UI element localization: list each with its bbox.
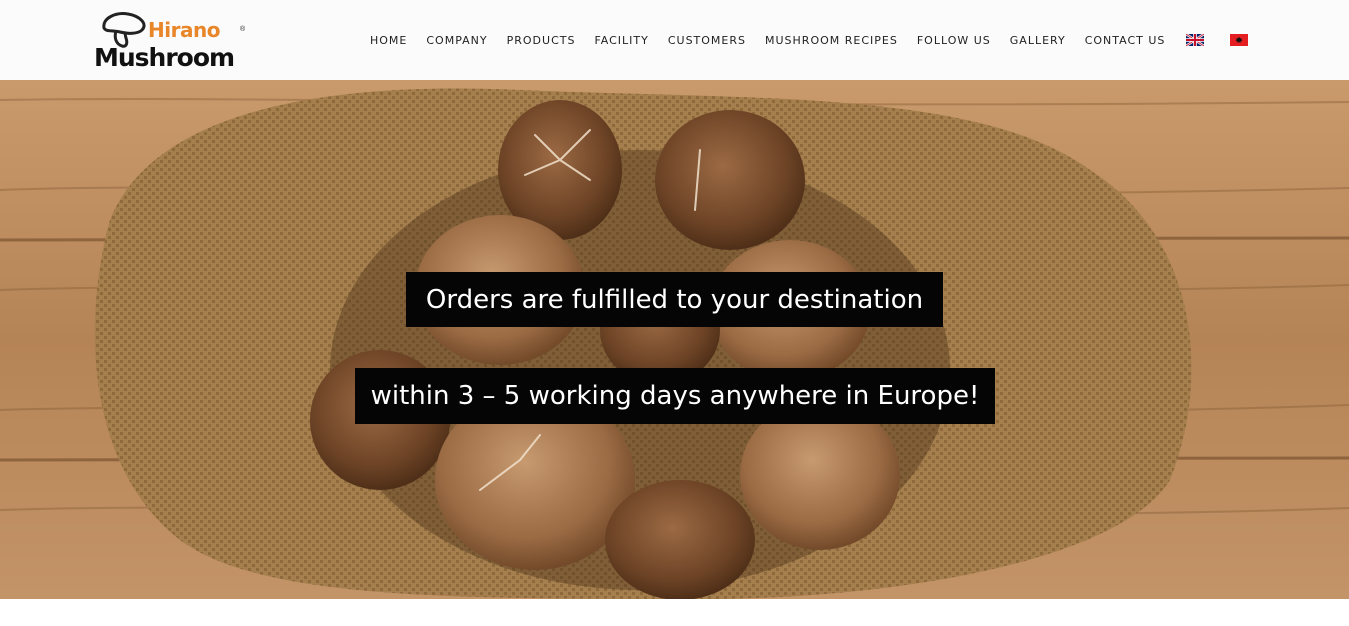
- nav-home[interactable]: HOME: [370, 34, 407, 47]
- nav-contact-us[interactable]: CONTACT US: [1085, 34, 1166, 47]
- nav-facility[interactable]: FACILITY: [594, 34, 648, 47]
- nav-mushroom-recipes[interactable]: MUSHROOM RECIPES: [765, 34, 898, 47]
- registered-mark: ®: [240, 26, 246, 33]
- nav-follow-us[interactable]: FOLLOW US: [917, 34, 991, 47]
- main-nav: HOME COMPANY PRODUCTS FACILITY CUSTOMERS…: [370, 32, 1272, 48]
- hero-image-mushrooms-in-burlap: [0, 80, 1349, 599]
- logo[interactable]: Hirano ® Mushroom: [94, 10, 254, 74]
- hero-caption-line-2: within 3 – 5 working days anywhere in Eu…: [355, 368, 995, 424]
- nav-company[interactable]: COMPANY: [426, 34, 487, 47]
- logo-text-mushroom: Mushroom: [94, 43, 235, 72]
- nav-customers[interactable]: CUSTOMERS: [668, 34, 746, 47]
- hero-banner: Orders are fulfilled to your destination…: [0, 80, 1349, 599]
- hero-caption-line-1: Orders are fulfilled to your destination: [406, 272, 943, 327]
- uk-flag-icon[interactable]: [1186, 34, 1205, 46]
- logo-text-hirano: Hirano: [148, 18, 220, 42]
- page: Hirano ® Mushroom HOME COMPANY PRODUCTS …: [0, 0, 1349, 626]
- nav-gallery[interactable]: GALLERY: [1010, 34, 1066, 47]
- nav-products[interactable]: PRODUCTS: [507, 34, 576, 47]
- site-header: Hirano ® Mushroom HOME COMPANY PRODUCTS …: [0, 0, 1349, 80]
- albania-flag-icon[interactable]: [1230, 34, 1249, 46]
